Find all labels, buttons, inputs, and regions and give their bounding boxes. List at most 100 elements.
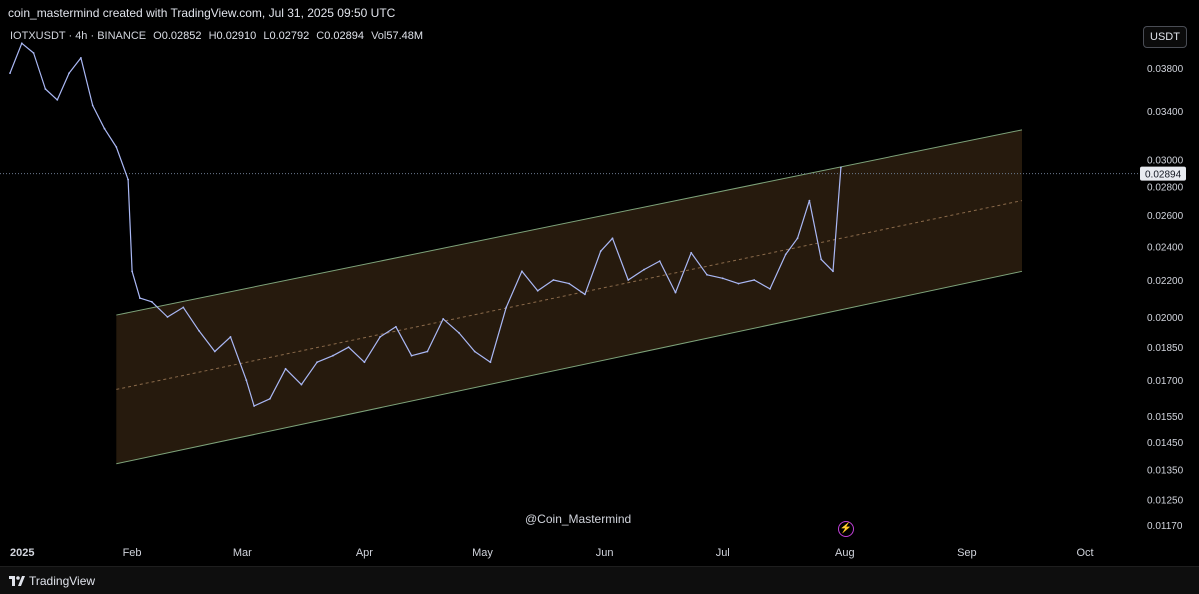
price-point [643,268,645,271]
price-point [56,99,59,101]
x-tick-label: May [472,547,493,559]
price-point [229,336,232,338]
price-point [505,306,508,309]
price-point [68,72,70,74]
price-point [44,88,47,90]
open-label: O [153,30,162,42]
x-tick-label: Mar [233,547,252,559]
last-price-label: 0.02894 [1145,170,1182,181]
y-tick-label: 0.03400 [1147,107,1184,118]
price-point [658,260,661,262]
price-point [442,318,445,320]
price-point [521,270,523,273]
price-point [103,127,106,130]
x-tick-label: Jun [596,547,614,559]
price-point [706,273,708,276]
x-tick-label: Jul [716,547,730,559]
tradingview-brand[interactable]: TradingView [9,574,95,588]
author-watermark: @Coin_Mastermind [525,512,632,526]
tradingview-label: TradingView [29,574,96,588]
x-tick-label: 2025 [10,547,34,559]
price-point [316,361,318,364]
price-point [753,279,756,281]
price-point [284,367,287,370]
price-point [395,325,397,328]
volume-value: 57.48M [386,30,424,42]
price-point [410,354,413,357]
ohlc-legend: IOTXUSDT · 4h · BINANCE O0.02852 H0.0291… [10,30,427,42]
footer-bar: TradingView [0,566,1199,594]
price-point [820,258,823,261]
tradingview-logo-icon [9,575,25,586]
price-point [213,350,216,353]
currency-button[interactable]: USDT [1143,26,1187,48]
y-tick-label: 0.01350 [1147,465,1184,476]
chart-credit: coin_mastermind created with TradingView… [8,6,396,20]
price-point [363,361,366,364]
price-point [300,383,303,386]
y-tick-label: 0.02600 [1147,211,1184,222]
price-point [131,270,134,273]
price-point [182,306,185,309]
price-point [150,300,153,303]
x-tick-label: Oct [1076,547,1093,559]
price-point [674,291,677,294]
chart-header: coin_mastermind created with TradingView… [0,0,1199,26]
price-point [458,331,460,334]
price-point [269,397,271,400]
price-point [796,237,799,240]
x-tick-label: Aug [835,547,855,559]
price-point [584,293,586,296]
low-value: 0.02792 [269,30,310,42]
price-point [115,146,118,148]
price-point [139,297,141,299]
price-point [721,277,724,280]
price-point [808,199,811,202]
price-point [568,282,571,285]
x-tick-label: Sep [957,547,977,559]
price-point [489,361,492,364]
price-point [9,72,11,74]
x-tick-label: Apr [356,547,373,559]
price-point [379,336,381,338]
price-point [832,270,834,273]
y-tick-label: 0.03000 [1147,156,1184,167]
symbol-label[interactable]: IOTXUSDT · 4h · BINANCE [10,30,146,42]
y-tick-label: 0.01700 [1147,376,1184,387]
y-tick-label: 0.01450 [1147,438,1184,449]
price-point [769,288,771,290]
price-point [784,253,787,256]
price-point [20,42,23,45]
price-point [552,279,555,281]
price-point [536,289,539,292]
y-tick-label: 0.02800 [1147,182,1184,193]
y-tick-label: 0.02400 [1147,242,1184,253]
close-value: 0.02894 [324,30,365,42]
y-tick-label: 0.03800 [1147,64,1184,75]
price-point [599,250,602,253]
price-point [332,354,334,357]
price-point [91,104,94,107]
high-label: H [208,30,217,42]
y-tick-label: 0.02200 [1147,276,1184,287]
price-point [166,316,169,318]
price-point [347,346,350,349]
price-point [245,379,248,381]
price-point [127,178,129,181]
x-tick-label: Feb [123,547,142,559]
open-value: 0.02852 [161,30,202,42]
high-value: 0.02910 [216,30,257,42]
price-point [737,282,740,285]
price-chart[interactable]: 0.03800 0.03400 0.03000 0.02800 0.02600 0.024… [0,0,1199,566]
y-tick-label: 0.01250 [1147,495,1184,506]
price-point [253,405,256,407]
y-tick-label: 0.02000 [1147,313,1184,324]
price-point [198,329,200,332]
price-point [473,350,476,353]
alert-bolt-icon[interactable]: ⚡ [838,521,854,537]
price-point [426,350,429,353]
price-point [627,279,630,281]
price-point [840,166,842,169]
price-point [690,251,693,254]
channel-fill [116,129,1022,464]
